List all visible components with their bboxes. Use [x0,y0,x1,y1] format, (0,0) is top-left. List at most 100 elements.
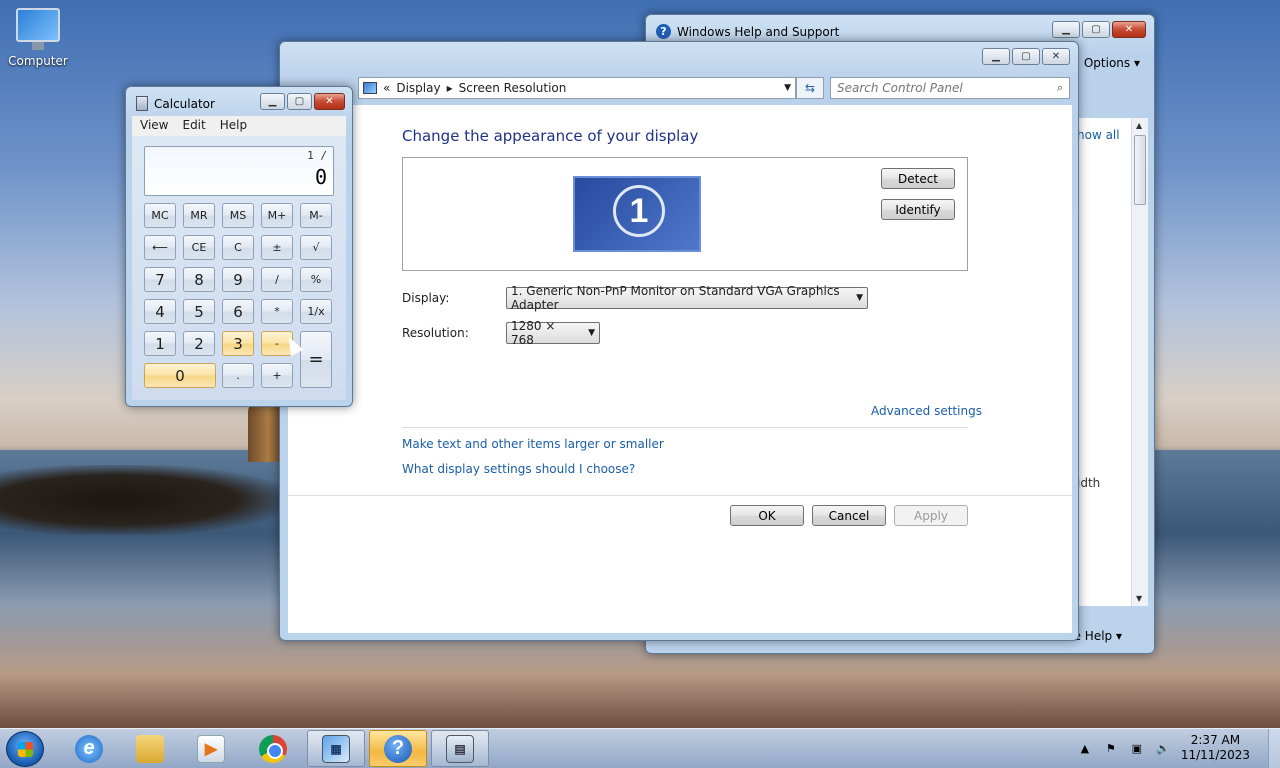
resolution-select[interactable]: 1280 × 768 ▼ [506,319,600,347]
key-plus-minus[interactable]: ± [261,235,293,260]
close-button[interactable]: ✕ [1042,48,1070,65]
identify-button[interactable]: Identify [881,199,955,220]
calculator-expression: 1 / [307,149,327,162]
menu-edit[interactable]: Edit [182,118,205,134]
key-5[interactable]: 5 [183,299,215,324]
taskbar-chrome[interactable] [244,730,302,767]
key-add[interactable]: + [261,363,293,388]
minimize-button[interactable]: ▁ [260,93,285,110]
key-1[interactable]: 1 [144,331,176,356]
chevron-down-icon[interactable]: ▼ [784,83,791,93]
folder-icon [136,734,164,763]
apply-button[interactable]: Apply [894,505,968,526]
key-backspace[interactable]: ⟵ [144,235,176,260]
key-mr[interactable]: MR [183,203,215,228]
key-divide[interactable]: / [261,267,293,292]
search-input[interactable] [837,81,1037,95]
address-bar[interactable]: « Display ▸ Screen Resolution ▼ [358,77,796,99]
help-content-pane: how all idth ▲ ▼ [1076,118,1148,606]
menu-help[interactable]: Help [220,118,247,134]
display-help-link[interactable]: What display settings should I choose? [402,462,635,476]
help-scrollbar[interactable]: ▲ ▼ [1131,118,1148,606]
text-size-link[interactable]: Make text and other items larger or smal… [402,437,664,451]
breadcrumb-separator-icon: ▸ [446,81,453,95]
network-icon[interactable]: ▣ [1129,741,1145,755]
taskbar-help-support[interactable]: ? [369,730,427,767]
cancel-button[interactable]: Cancel [812,505,886,526]
key-sqrt[interactable]: √ [300,235,332,260]
advanced-settings-link[interactable]: Advanced settings [871,404,982,418]
help-options-menu[interactable]: Options ▾ [1084,56,1140,70]
close-button[interactable]: ✕ [314,93,345,110]
resolution-select-value: 1280 × 768 [511,319,556,347]
volume-muted-icon[interactable]: 🔈 [1155,741,1171,755]
calculator-icon: ▤ [446,734,474,763]
menu-view[interactable]: View [140,118,168,134]
ok-button[interactable]: OK [730,505,804,526]
key-3[interactable]: 3 [222,331,254,356]
key-c[interactable]: C [222,235,254,260]
key-2[interactable]: 2 [183,331,215,356]
breadcrumb-screen-resolution[interactable]: Screen Resolution [459,81,567,95]
key-9[interactable]: 9 [222,267,254,292]
computer-icon [16,8,60,50]
key-decimal[interactable]: . [222,363,254,388]
clock[interactable]: 2:37 AM 11/11/2023 [1181,733,1250,763]
key-equals[interactable]: = [300,331,332,388]
taskbar-control-panel[interactable]: ▦ [307,730,365,767]
start-button[interactable] [6,731,44,767]
monitor-number: 1 [613,185,665,237]
help-icon: ? [384,734,412,763]
minimize-button[interactable]: ▁ [1052,21,1080,38]
help-show-all-link[interactable]: how all [1077,128,1120,142]
key-mc[interactable]: MC [144,203,176,228]
key-multiply[interactable]: * [261,299,293,324]
maximize-button[interactable]: ▢ [1012,48,1040,65]
key-ce[interactable]: CE [183,235,215,260]
key-0[interactable]: 0 [144,363,216,388]
calculator-title-text: Calculator [154,96,215,111]
taskbar-ie[interactable]: e [60,730,118,767]
taskbar-calculator[interactable]: ▤ [431,730,489,767]
system-tray: ▲ ⚑ ▣ 🔈 2:37 AM 11/11/2023 [1077,733,1272,763]
calculator-title: Calculator [136,96,215,111]
key-ms[interactable]: MS [222,203,254,228]
monitor-1-preview[interactable]: 1 [573,176,701,252]
clock-time: 2:37 AM [1190,733,1241,747]
taskbar-explorer[interactable] [121,730,179,767]
action-center-icon[interactable]: ⚑ [1103,741,1119,755]
calculator-menubar: View Edit Help [132,116,346,136]
divider [288,495,1072,496]
maximize-button[interactable]: ▢ [1082,21,1110,38]
key-6[interactable]: 6 [222,299,254,324]
refresh-button[interactable]: ⇆ [796,77,824,99]
calculator-display: 1 / 0 [144,146,334,196]
key-7[interactable]: 7 [144,267,176,292]
taskbar-media-player[interactable]: ▶ [182,730,240,767]
key-m-minus[interactable]: M- [300,203,332,228]
scroll-up-icon[interactable]: ▲ [1136,121,1142,130]
minimize-button[interactable]: ▁ [982,48,1010,65]
search-icon[interactable]: ⌕ [1057,81,1063,95]
clock-date: 11/11/2023 [1180,748,1250,762]
key-reciprocal[interactable]: 1/x [300,299,332,324]
key-percent[interactable]: % [300,267,332,292]
close-button[interactable]: ✕ [1112,21,1146,38]
key-4[interactable]: 4 [144,299,176,324]
maximize-button[interactable]: ▢ [287,93,312,110]
desktop-icon-computer[interactable]: Computer [6,8,70,68]
scrollbar-thumb[interactable] [1134,135,1146,205]
show-desktop-button[interactable] [1268,729,1280,768]
key-8[interactable]: 8 [183,267,215,292]
breadcrumb-display[interactable]: Display [396,81,440,95]
search-box[interactable]: ⌕ [830,77,1070,99]
control-panel-icon: ▦ [322,734,350,763]
help-ask-menu[interactable]: e Help ▾ [1074,629,1122,643]
scroll-down-icon[interactable]: ▼ [1136,594,1142,603]
resolution-label: Resolution: [402,326,469,340]
key-m-plus[interactable]: M+ [261,203,293,228]
detect-button[interactable]: Detect [881,168,955,189]
display-select[interactable]: 1. Generic Non-PnP Monitor on Standard V… [506,284,868,312]
breadcrumb-root[interactable]: « [383,81,390,95]
chevron-up-icon[interactable]: ▲ [1077,741,1093,755]
